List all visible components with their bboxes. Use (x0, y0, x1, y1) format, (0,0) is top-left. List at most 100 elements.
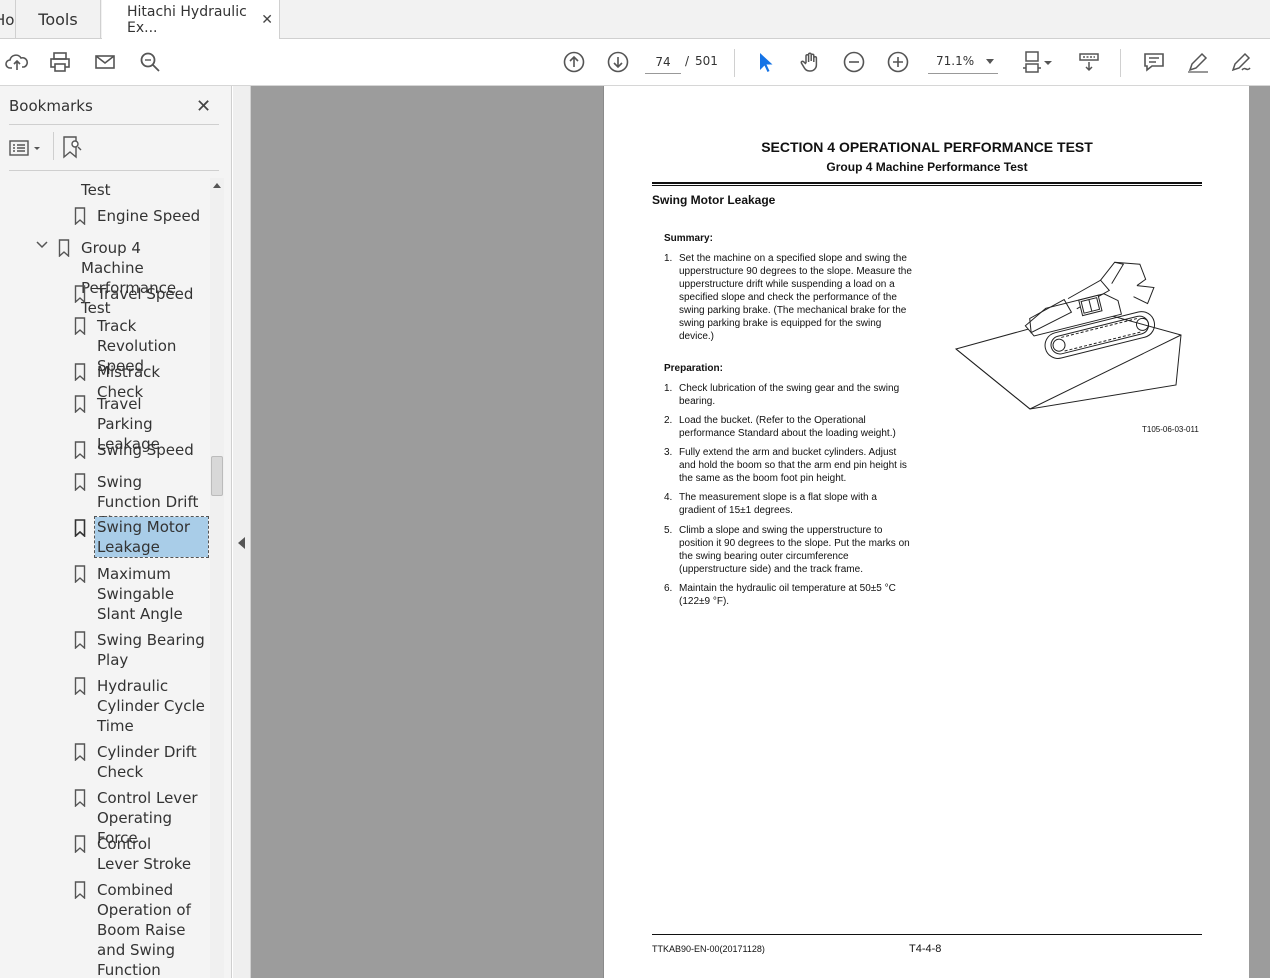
chevron-down-icon[interactable] (35, 240, 49, 250)
footer-doc-code: TTKAB90-EN-00(20171128) (652, 944, 765, 954)
bookmark-list: Test Engine Speed Group 4 Machine Perfor… (0, 178, 210, 978)
bookmark-label: Group 4 Machine Performance Test (81, 239, 177, 317)
bookmark-label: Travel Speed (97, 285, 194, 303)
tab-document-label: Hitachi Hydraulic Ex... (127, 4, 247, 36)
panel-collapse-strip[interactable] (233, 86, 251, 978)
bookmark-label: Hydraulic Cylinder Cycle Time (97, 677, 205, 735)
hand-tool-icon[interactable] (797, 49, 823, 75)
bookmark-label: Combined Operation of Boom Raise and Swi… (97, 881, 191, 978)
bookmark-icon (74, 789, 86, 807)
options-menu-icon[interactable] (9, 136, 43, 160)
next-page-icon[interactable] (605, 49, 631, 75)
list-item: 5. Climb a slope and swing the upperstru… (664, 524, 914, 580)
fit-page-caret-icon[interactable] (1042, 49, 1054, 75)
bookmark-icon (74, 743, 86, 761)
bookmark-label: Swing Bearing Play (97, 631, 205, 669)
search-icon[interactable] (137, 49, 163, 75)
list-number: 1. (664, 253, 673, 264)
bookmark-label: Engine Speed (97, 207, 201, 225)
tab-tools-label: Tools (38, 10, 78, 29)
bookmarks-scrollbar[interactable] (210, 178, 224, 978)
pdf-page: SECTION 4 OPERATIONAL PERFORMANCE TEST G… (603, 86, 1249, 978)
topic-heading: Swing Motor Leakage (652, 193, 776, 207)
tab-bar: Home Tools Hitachi Hydraulic Ex... ✕ (0, 0, 1270, 40)
new-bookmark-icon[interactable] (62, 135, 86, 161)
page-total: 501 (695, 54, 718, 68)
toolbar-divider (734, 49, 735, 77)
list-number: 3. (664, 447, 673, 458)
bookmark-icon (74, 519, 86, 537)
list-text: The measurement slope is a flat slope wi… (679, 492, 877, 516)
page-separator: / (685, 54, 690, 68)
footer-page-number: T4-4-8 (909, 943, 942, 955)
email-icon[interactable] (92, 49, 118, 75)
tab-home[interactable]: Home (0, 0, 16, 39)
close-icon[interactable]: ✕ (196, 96, 211, 117)
select-cursor-icon[interactable] (753, 49, 779, 75)
scroll-mode-icon[interactable] (1076, 49, 1102, 75)
summary-label: Summary: (664, 233, 713, 244)
highlight-pen-icon[interactable] (1185, 49, 1211, 75)
header-rule (652, 182, 1202, 184)
tab-close-icon[interactable]: ✕ (261, 12, 273, 28)
bookmark-icon (74, 363, 86, 381)
divider (9, 170, 219, 171)
list-number: 6. (664, 583, 673, 594)
document-margin (1249, 86, 1270, 978)
list-text: Check lubrication of the swing gear and … (679, 383, 900, 407)
comment-icon[interactable] (1141, 49, 1167, 75)
bookmarks-panel: Bookmarks ✕ Test Engine Speed Group 4 Ma… (0, 86, 232, 978)
section-title: SECTION 4 OPERATIONAL PERFORMANCE TEST (761, 139, 1093, 155)
list-item: 6. Maintain the hydraulic oil temperatur… (664, 582, 914, 612)
page-number-input[interactable] (645, 50, 681, 74)
zoom-out-icon[interactable] (841, 49, 867, 75)
bookmark-icon (74, 473, 86, 491)
bookmark-icon (58, 239, 70, 257)
bookmark-icon (74, 631, 86, 649)
bookmarks-title: Bookmarks (9, 97, 93, 115)
bookmark-label: Test (81, 181, 111, 199)
bookmarks-toolbar (0, 126, 231, 170)
upload-cloud-icon[interactable] (4, 49, 30, 75)
tab-home-label: Home (0, 10, 15, 29)
zoom-in-icon[interactable] (885, 49, 911, 75)
footer-rule (652, 934, 1202, 935)
list-text: Fully extend the arm and bucket cylinder… (679, 447, 907, 484)
summary-list: 1. Set the machine on a specified slope … (664, 252, 914, 342)
list-text: Climb a slope and swing the upperstructu… (679, 525, 910, 575)
tab-document[interactable]: Hitachi Hydraulic Ex... ✕ (102, 0, 280, 40)
toolbar: / 501 71.1% (0, 39, 1270, 86)
list-item: 4. The measurement slope is a flat slope… (664, 491, 914, 521)
bookmark-label: Swing Motor Leakage (94, 516, 209, 558)
previous-page-icon[interactable] (561, 49, 587, 75)
bookmark-icon (74, 441, 86, 459)
excavator-on-slope-illustration (954, 261, 1182, 410)
collapse-left-arrow-icon[interactable] (238, 537, 245, 549)
bookmark-icon (74, 881, 86, 899)
bookmark-icon (74, 677, 86, 695)
scrollbar-thumb[interactable] (211, 456, 223, 496)
zoom-dropdown[interactable]: 71.1% (928, 50, 998, 74)
chevron-down-icon (986, 59, 994, 64)
tab-tools[interactable]: Tools (16, 0, 101, 39)
list-item: 2. Load the bucket. (Refer to the Operat… (664, 414, 914, 444)
scroll-up-arrow-icon[interactable] (213, 183, 221, 188)
list-number: 2. (664, 415, 673, 426)
sign-icon[interactable] (1229, 49, 1255, 75)
header-rule (652, 185, 1202, 186)
bookmark-icon (74, 565, 86, 583)
list-item: 1. Check lubrication of the swing gear a… (664, 382, 914, 412)
bookmark-icon (74, 395, 86, 413)
list-text: Load the bucket. (Refer to the Operation… (679, 415, 896, 439)
bookmark-icon (74, 285, 86, 303)
preparation-label: Preparation: (664, 363, 723, 374)
list-text: Set the machine on a specified slope and… (679, 253, 912, 342)
divider (9, 124, 219, 125)
list-number: 4. (664, 492, 673, 503)
bookmark-label: Swing Speed (97, 441, 194, 459)
print-icon[interactable] (47, 49, 73, 75)
bookmark-icon (74, 207, 86, 225)
toolbar-divider (1120, 49, 1121, 77)
bookmark-icon (74, 317, 86, 335)
divider (53, 132, 54, 160)
